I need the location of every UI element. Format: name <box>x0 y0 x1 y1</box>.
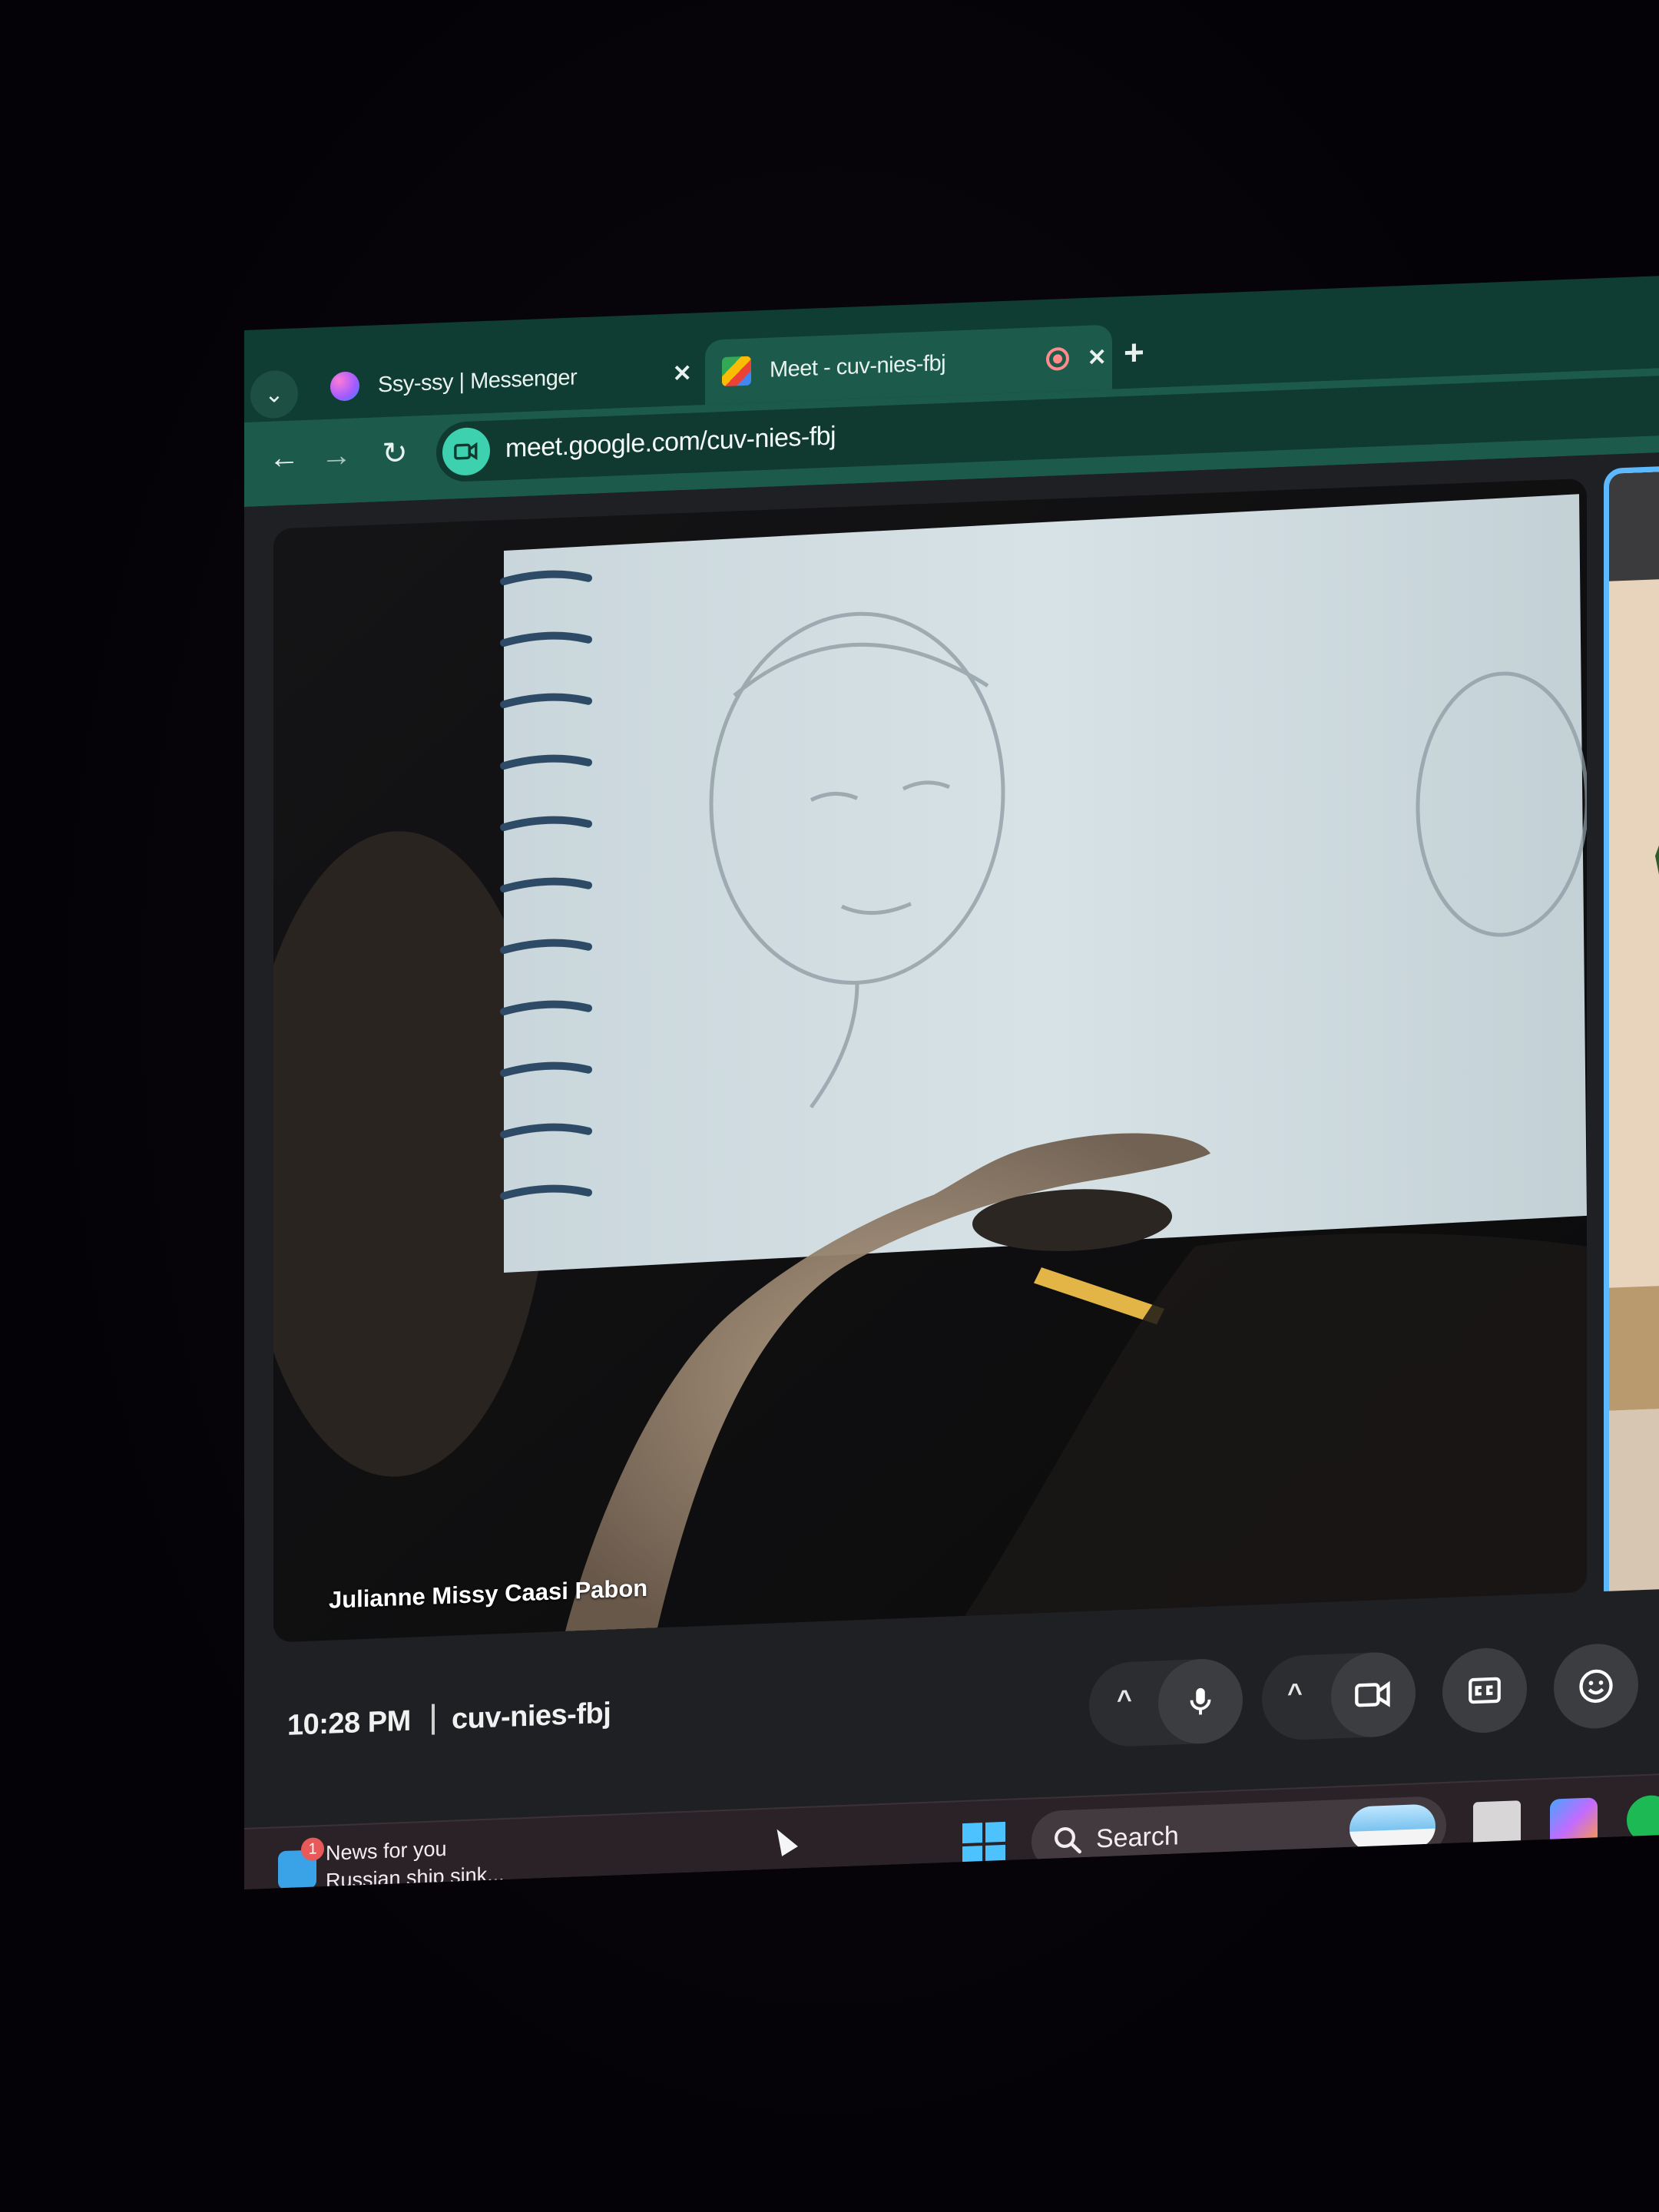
reload-button[interactable]: ↻ <box>372 429 418 477</box>
windows-start-button[interactable] <box>962 1821 1005 1867</box>
copilot-icon[interactable] <box>1550 1797 1598 1847</box>
video-camera-icon <box>454 442 478 461</box>
search-icon <box>1055 1826 1082 1854</box>
mic-icon <box>1190 1687 1211 1715</box>
messenger-icon <box>330 371 359 402</box>
reload-icon: ↻ <box>382 435 408 472</box>
tab-search-dropdown-button[interactable]: ⌄ <box>250 369 298 419</box>
recording-indicator-icon <box>1046 346 1069 371</box>
monitor-screen: ⌄ Ssy-ssy | Messenger ✕ Meet - cuv-nies-… <box>244 274 1659 1890</box>
camera-icon <box>1355 1681 1390 1707</box>
site-info-icon[interactable] <box>442 426 490 477</box>
arrow-left-icon: ← <box>269 439 300 475</box>
participant-video-tile[interactable]: Julianne Missy Caasi Pabon <box>273 478 1587 1643</box>
meet-stage: Julianne Missy Caasi Pabon 10:28 PM cuv-… <box>244 451 1659 1829</box>
windows-logo-tile <box>962 1846 982 1867</box>
taskbar-search-box[interactable]: Search <box>1031 1795 1446 1872</box>
emoji-reaction-icon <box>1579 1669 1613 1704</box>
forward-button[interactable]: → <box>313 432 359 479</box>
task-view-icon[interactable] <box>1473 1800 1521 1850</box>
windows-logo-tile <box>985 1821 1005 1843</box>
participant-video-feed <box>273 478 1587 1643</box>
windows-logo-tile <box>985 1844 1005 1866</box>
tab-close-icon[interactable]: ✕ <box>1081 343 1112 372</box>
google-meet-icon <box>722 356 751 387</box>
news-widget-title[interactable]: News for you <box>326 1837 447 1866</box>
search-highlight-art-icon <box>1349 1803 1435 1852</box>
tab-close-icon[interactable]: ✕ <box>667 359 697 388</box>
url-text: meet.google.com/cuv-nies-fbj <box>505 421 836 463</box>
divider <box>432 1704 435 1735</box>
tab-title: Ssy-ssy | Messenger <box>378 364 578 397</box>
self-view-tile[interactable] <box>1604 462 1659 1609</box>
mic-options-caret-icon[interactable]: ^ <box>1117 1685 1132 1716</box>
back-button[interactable]: ← <box>261 434 307 482</box>
photo-background: ⌄ Ssy-ssy | Messenger ✕ Meet - cuv-nies-… <box>0 0 1659 2212</box>
meeting-clock: 10:28 PM <box>287 1704 411 1742</box>
emoji-reaction-button[interactable] <box>1554 1642 1638 1730</box>
captions-icon <box>1469 1677 1501 1704</box>
self-view-video-feed <box>1609 468 1659 1603</box>
chevron-down-icon: ⌄ <box>264 381 284 408</box>
camera-options-caret-icon[interactable]: ^ <box>1287 1678 1303 1709</box>
mouse-cursor-icon <box>769 1824 798 1856</box>
news-widget-headline[interactable]: Russian ship sink... <box>326 1863 505 1889</box>
windows-logo-tile <box>962 1823 982 1844</box>
search-label: Search <box>1096 1821 1179 1854</box>
news-notification-badge: 1 <box>301 1837 324 1862</box>
arrow-right-icon: → <box>321 438 352 473</box>
meeting-code: cuv-nies-fbj <box>452 1697 611 1736</box>
new-tab-button[interactable]: + <box>1124 331 1144 373</box>
tab-title: Meet - cuv-nies-fbj <box>770 350 946 382</box>
captions-button[interactable] <box>1442 1646 1527 1735</box>
spotify-icon[interactable] <box>1627 1794 1659 1844</box>
